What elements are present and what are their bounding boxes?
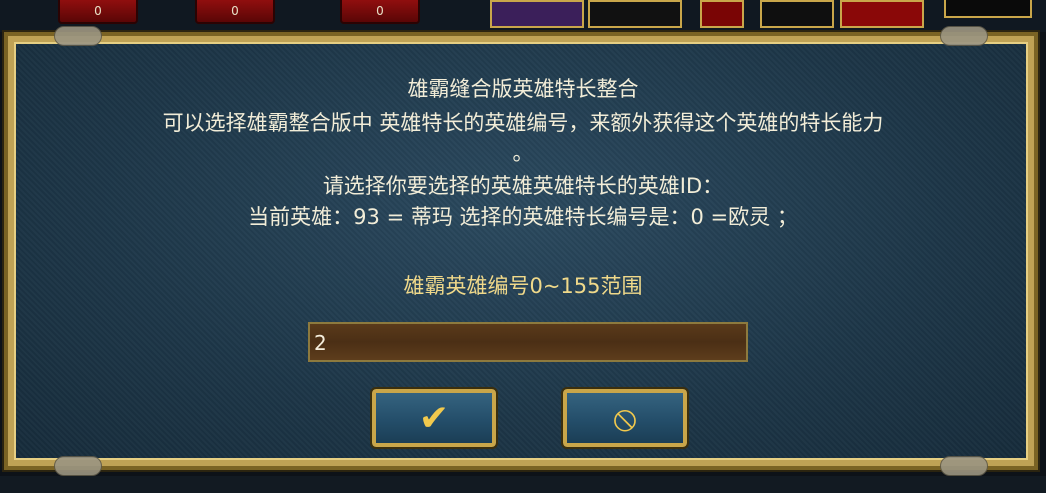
portrait-slot[interactable] (840, 0, 924, 28)
background-bottom-bar (0, 476, 1046, 493)
top-button-label: 0 (376, 4, 384, 18)
frame-ornament (940, 456, 988, 476)
top-button[interactable]: 0 (58, 0, 138, 24)
dialog-panel (14, 42, 1028, 460)
hero-id-input[interactable]: 2 (308, 322, 748, 362)
dark-slot[interactable] (760, 0, 834, 28)
hero-icon-slot[interactable] (588, 0, 682, 28)
prohibited-icon: ⦸ (613, 398, 637, 439)
current-hero-line: 当前英雄：93 = 蒂玛 选择的英雄特长编号是：0 =欧灵 ； (248, 205, 798, 229)
hero-portrait-slot[interactable] (490, 0, 584, 28)
cancel-button[interactable]: ⦸ (561, 387, 689, 449)
red-slot[interactable] (700, 0, 744, 28)
top-button-label: 0 (94, 4, 102, 18)
frame-ornament (940, 26, 988, 46)
top-button[interactable]: 0 (195, 0, 275, 24)
dialog-description: 可以选择雄霸整合版中 英雄特长的英雄编号，来额外获得这个英雄的特长能力 (162, 111, 884, 135)
frame-ornament (54, 26, 102, 46)
checkmark-icon: ✔ (418, 398, 450, 439)
dialog-description-end: 。 (512, 141, 534, 165)
dialog-prompt: 请选择你要选择的英雄英雄特长的英雄ID： (322, 174, 724, 198)
corner-slot[interactable] (944, 0, 1032, 18)
confirm-button[interactable]: ✔ (370, 387, 498, 449)
top-button[interactable]: 0 (340, 0, 420, 24)
dialog-title: 雄霸缝合版英雄特长整合 (407, 77, 639, 101)
top-button-label: 0 (231, 4, 239, 18)
frame-ornament (54, 456, 102, 476)
background-top-bar: 0 0 0 (0, 0, 1046, 32)
range-label: 雄霸英雄编号0~155范围 (403, 274, 643, 298)
